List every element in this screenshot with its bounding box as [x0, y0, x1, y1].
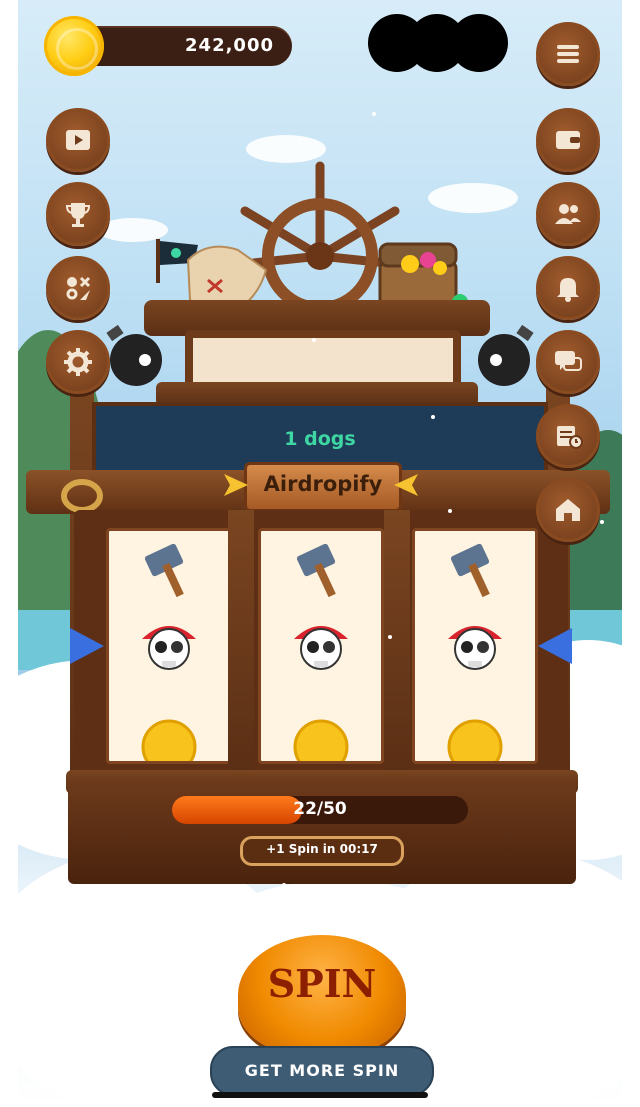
chat-icon: [555, 351, 582, 371]
reel-3: [412, 528, 538, 764]
trophy-button[interactable]: [46, 182, 110, 246]
snowflake: [282, 883, 286, 887]
hammer-icon: [415, 541, 535, 601]
snowflake: [312, 338, 316, 342]
gear-icon: [64, 348, 92, 376]
spin-button-label: SPIN: [267, 961, 377, 1006]
chat-button[interactable]: [536, 330, 600, 394]
gold-coin-icon: [261, 717, 381, 761]
menu-button[interactable]: [536, 22, 600, 86]
bell-icon: [557, 278, 579, 302]
friends-button[interactable]: [536, 182, 600, 246]
spin-timer-text: +1 Spin in 00:17: [266, 842, 378, 856]
notifications-button[interactable]: [536, 256, 600, 320]
gold-coin-icon: [109, 717, 229, 761]
minigames-button[interactable]: [46, 256, 110, 320]
play-video-icon: [66, 130, 90, 150]
snowflake: [431, 415, 435, 419]
hammer-icon: [109, 541, 229, 601]
pirate-skull-icon: [109, 613, 229, 673]
reel-divider: [228, 510, 254, 772]
spins-count: 22/50: [293, 799, 347, 819]
reel-1: [106, 528, 232, 764]
wallet-icon: [556, 131, 580, 149]
snowflake: [388, 635, 392, 639]
spin-button[interactable]: SPIN: [238, 935, 406, 1055]
house-icon: [556, 499, 580, 521]
tasks-button[interactable]: [536, 404, 600, 468]
pirate-skull-icon: [261, 613, 381, 673]
gold-coin-icon: [415, 717, 535, 761]
title-plate: Airdropify: [244, 462, 402, 512]
snowflake: [372, 112, 376, 116]
sky-cloud: [428, 183, 518, 213]
pirate-skull-icon: [415, 613, 535, 673]
home-button[interactable]: [536, 478, 600, 542]
reel-divider: [384, 510, 410, 772]
video-button[interactable]: [46, 108, 110, 172]
reel-2: [258, 528, 384, 764]
trophy-icon: [65, 203, 91, 227]
game-title: Airdropify: [263, 472, 383, 496]
gold-coin-icon: [44, 16, 104, 76]
hamburger-icon: [557, 45, 579, 63]
wing-left-icon: [224, 474, 248, 496]
home-indicator: [212, 1092, 428, 1098]
avatar-redacted: [450, 14, 508, 72]
snowflake: [448, 509, 452, 513]
spin-timer: +1 Spin in 00:17: [240, 836, 404, 866]
settings-button[interactable]: [46, 330, 110, 394]
calendar-clock-icon: [557, 426, 583, 449]
get-more-spin-button[interactable]: GET MORE SPIN: [210, 1046, 434, 1096]
payline-arrow-left-icon: [70, 628, 104, 664]
reward-text: 1 dogs: [284, 428, 356, 450]
get-more-spin-label: GET MORE SPIN: [244, 1061, 400, 1080]
snowflake: [600, 520, 604, 524]
wing-right-icon: [394, 474, 418, 496]
payline-arrow-right-icon: [538, 628, 572, 664]
coin-balance: 242,000: [185, 35, 274, 56]
wallet-button[interactable]: [536, 108, 600, 172]
games-icon: [66, 276, 91, 300]
spins-progress-bar: 22/50: [172, 796, 468, 824]
hammer-icon: [261, 541, 381, 601]
users-icon: [555, 204, 581, 224]
